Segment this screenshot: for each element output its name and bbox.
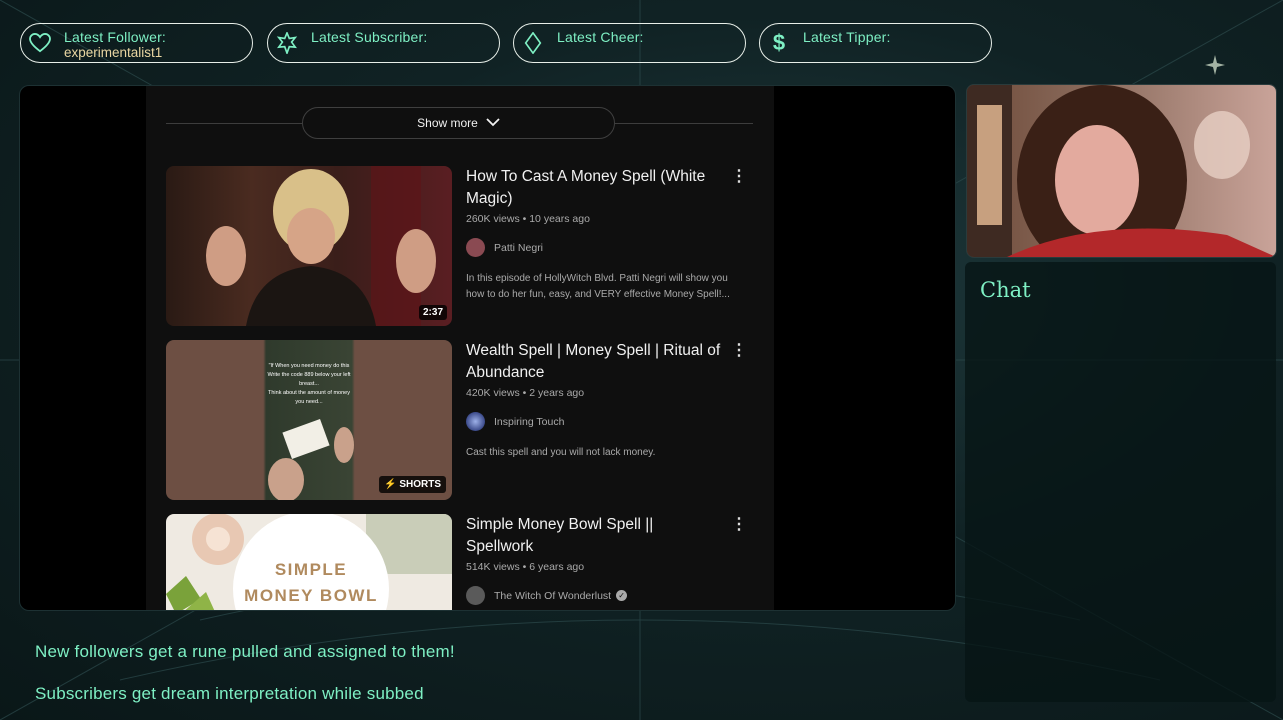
chat-panel[interactable]: Chat: [965, 262, 1276, 702]
video-meta: 420K views • 2 years ago: [466, 387, 585, 399]
video-views: 420K views: [466, 387, 520, 399]
thumbnail-caption: SIMPLE MONEY BOWL: [226, 557, 396, 609]
show-more-button[interactable]: Show more: [302, 107, 615, 139]
channel-info[interactable]: Patti Negri: [466, 238, 543, 257]
latest-cheer-alert: Latest Cheer:: [513, 23, 746, 63]
verified-icon: ✓: [616, 590, 628, 601]
shorts-label: SHORTS: [399, 479, 441, 490]
divider: [613, 123, 753, 124]
latest-follower-alert: Latest Follower: experimentalist1: [20, 23, 253, 63]
video-result[interactable]: "If When you need money do this Write th…: [166, 340, 747, 505]
channel-info[interactable]: Inspiring Touch: [466, 412, 564, 431]
video-result[interactable]: SIMPLE MONEY BOWL Simple Money Bowl Spel…: [166, 514, 747, 610]
video-title[interactable]: Simple Money Bowl Spell || Spellwork: [466, 514, 721, 558]
subscriber-perk-note: Subscribers get dream interpretation whi…: [35, 684, 424, 703]
channel-info[interactable]: The Witch Of Wonderlust ✓: [466, 586, 628, 605]
follower-perk-note: New followers get a rune pulled and assi…: [35, 642, 455, 661]
video-age: 2 years ago: [529, 387, 585, 399]
more-options-icon[interactable]: ⋮: [731, 514, 747, 534]
video-result[interactable]: 2:37 How To Cast A Money Spell (White Ma…: [166, 166, 747, 331]
video-meta: 260K views • 10 years ago: [466, 213, 590, 225]
thumbnail-text: MONEY BOWL: [244, 586, 378, 605]
more-options-icon[interactable]: ⋮: [731, 340, 747, 360]
screen-share-window: Show more 2:37 How To Cast A Money Spell…: [19, 85, 956, 611]
channel-avatar[interactable]: [466, 412, 485, 431]
video-thumbnail[interactable]: 2:37: [166, 166, 452, 326]
video-duration-badge: 2:37: [418, 305, 447, 320]
video-description: In this episode of HollyWitch Blvd. Patt…: [466, 273, 730, 300]
video-views: 260K views: [466, 213, 520, 225]
alert-value: experimentalist1: [64, 45, 163, 60]
channel-avatar[interactable]: [466, 586, 485, 605]
video-description: Cast this spell and you will not lack mo…: [466, 447, 656, 458]
thumbnail-text: SIMPLE: [274, 560, 348, 579]
latest-tipper-alert: $ Latest Tipper:: [759, 23, 992, 63]
youtube-results-page: Show more 2:37 How To Cast A Money Spell…: [146, 86, 774, 610]
webcam-feed: [966, 84, 1277, 258]
diamond-icon: [522, 32, 544, 54]
star-icon: [276, 32, 298, 54]
video-thumbnail[interactable]: "If When you need money do this Write th…: [166, 340, 452, 500]
divider: [166, 123, 302, 124]
channel-name[interactable]: Inspiring Touch: [494, 416, 564, 428]
video-title[interactable]: Wealth Spell | Money Spell | Ritual of A…: [466, 340, 721, 384]
show-more-label: Show more: [417, 116, 478, 130]
channel-name[interactable]: The Witch Of Wonderlust: [494, 590, 611, 602]
alert-label: Latest Follower:: [64, 29, 167, 45]
channel-name[interactable]: Patti Negri: [494, 242, 543, 254]
alert-label: Latest Subscriber:: [311, 29, 428, 45]
chevron-down-icon: [486, 116, 500, 130]
video-age: 10 years ago: [529, 213, 590, 225]
video-age: 6 years ago: [529, 561, 585, 573]
shorts-badge: ⚡ SHORTS: [379, 476, 446, 493]
webcam-image: [967, 85, 1276, 257]
video-views: 514K views: [466, 561, 520, 573]
dollar-icon: $: [772, 30, 786, 55]
video-thumbnail[interactable]: SIMPLE MONEY BOWL: [166, 514, 452, 610]
thumbnail-figure: [206, 166, 436, 326]
channel-avatar[interactable]: [466, 238, 485, 257]
video-title[interactable]: How To Cast A Money Spell (White Magic): [466, 166, 721, 210]
heart-icon: [29, 32, 51, 54]
more-options-icon[interactable]: ⋮: [731, 166, 747, 186]
chat-title: Chat: [980, 278, 1031, 302]
video-meta: 514K views • 6 years ago: [466, 561, 585, 573]
alert-label: Latest Cheer:: [557, 29, 644, 45]
alert-label: Latest Tipper:: [803, 29, 891, 45]
latest-subscriber-alert: Latest Subscriber:: [267, 23, 500, 63]
